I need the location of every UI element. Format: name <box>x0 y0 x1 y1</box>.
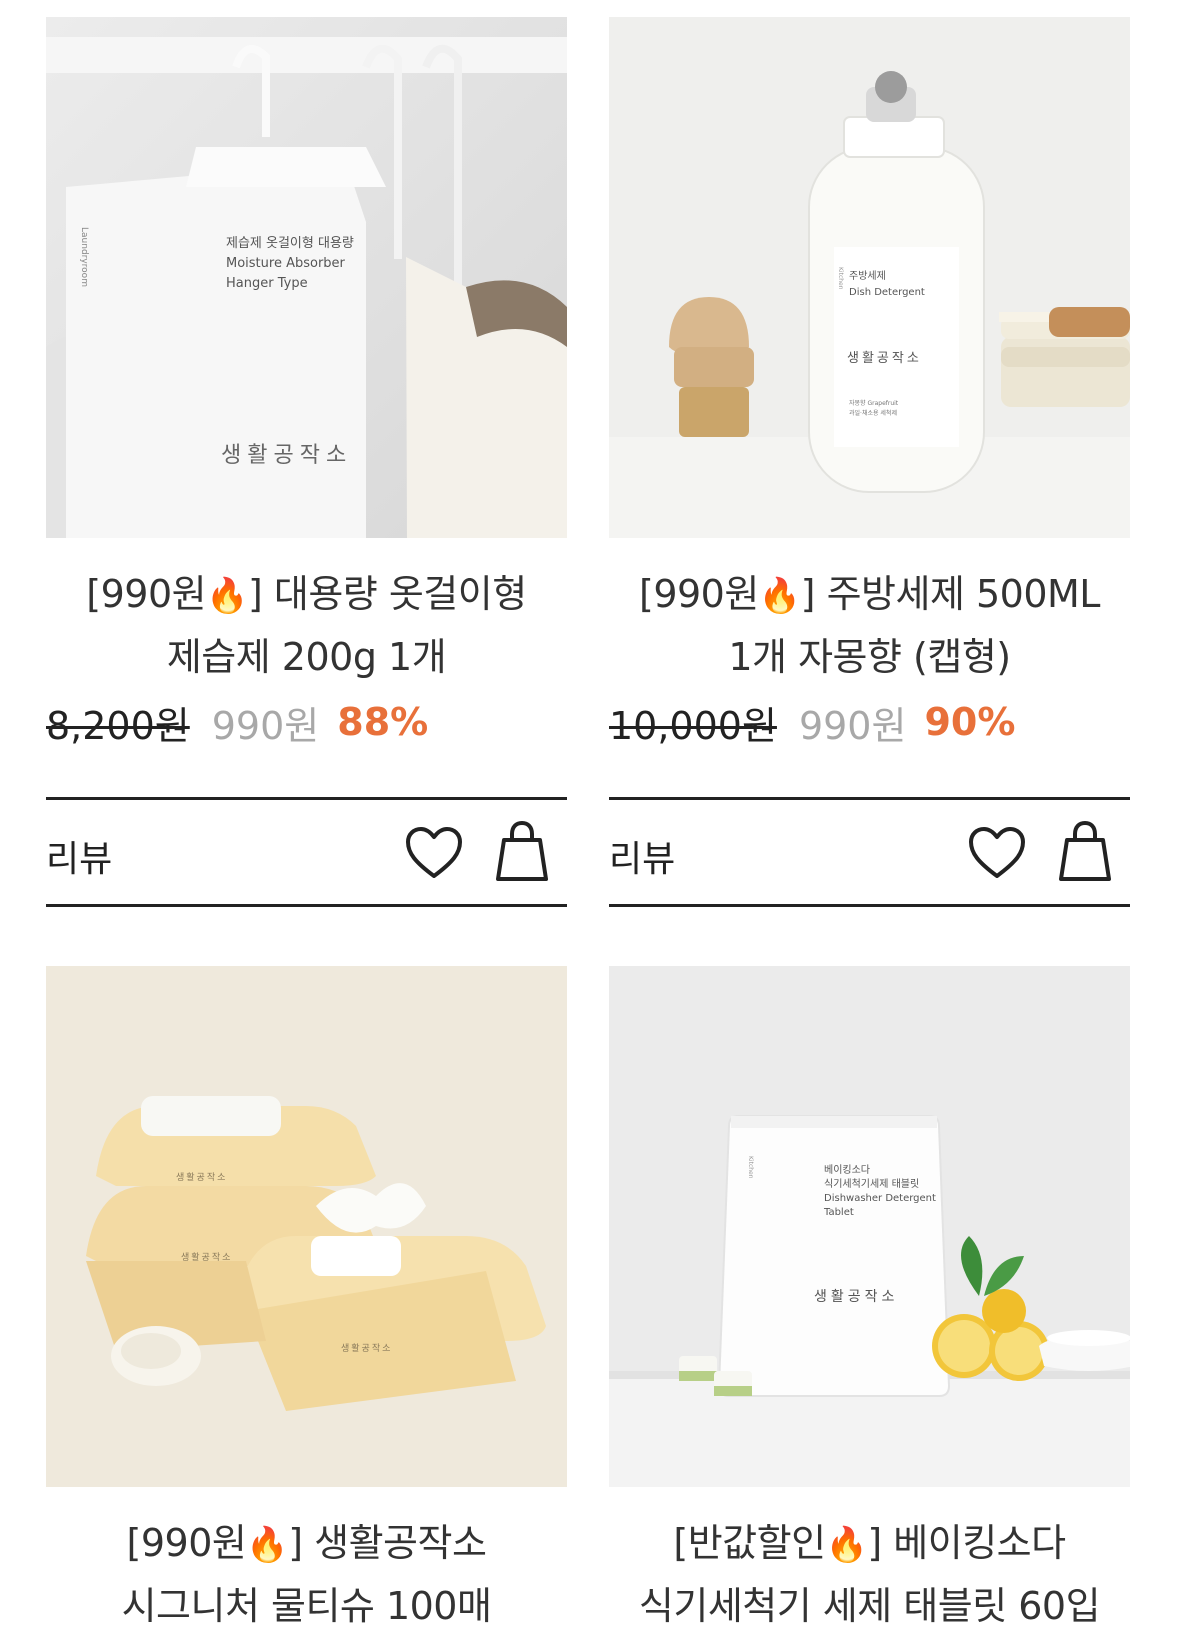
svg-text:Tablet: Tablet <box>823 1207 854 1218</box>
shopping-bag-icon[interactable] <box>494 820 550 882</box>
svg-text:생활공작소: 생활공작소 <box>847 351 922 366</box>
svg-text:Dish Detergent: Dish Detergent <box>849 287 925 298</box>
price-row: 10,000원 990원 90% <box>609 694 1130 750</box>
card-actions: 리뷰 <box>46 797 567 907</box>
original-price: 10,000원 <box>609 703 777 748</box>
fire-icon: 🔥 <box>825 1525 868 1565</box>
sale-price: 990원 <box>798 703 907 748</box>
svg-text:생활공작소: 생활공작소 <box>176 1171 227 1183</box>
svg-text:Moisture Absorber: Moisture Absorber <box>226 256 346 271</box>
product-title[interactable]: [990원🔥] 생활공작소 시그니처 물티슈 100매 <box>46 1513 567 1637</box>
heart-icon[interactable] <box>968 826 1026 880</box>
svg-text:생활공작소: 생활공작소 <box>814 1289 898 1305</box>
original-price: 8,200원 <box>46 703 190 748</box>
product-image[interactable]: 베이킹소다 식기세척기세제 태블릿 Dishwasher Detergent T… <box>609 966 1130 1487</box>
svg-text:Dishwasher Detergent: Dishwasher Detergent <box>824 1193 936 1204</box>
svg-text:주방세제: 주방세제 <box>849 270 886 282</box>
price-row: 8,200원 990원 88% <box>46 694 567 750</box>
product-card[interactable]: 생활공작소 생활공작소 생활공작소 [990원🔥] 생활공작소 시그니처 물티슈… <box>46 966 567 1637</box>
product-title[interactable]: [990원🔥] 대용량 옷걸이형 제습제 200g 1개 <box>46 564 567 688</box>
svg-text:Laundryroom: Laundryroom <box>79 227 89 287</box>
svg-text:Hanger Type: Hanger Type <box>226 276 308 291</box>
svg-text:자몽향 Grapefruit: 자몽향 Grapefruit <box>849 399 899 407</box>
fire-icon: 🔥 <box>246 1525 289 1565</box>
svg-text:생활공작소: 생활공작소 <box>181 1251 232 1263</box>
heart-icon[interactable] <box>405 826 463 880</box>
card-actions: 리뷰 <box>609 797 1130 907</box>
svg-text:제습제 옷걸이형 대용량: 제습제 옷걸이형 대용량 <box>226 236 354 251</box>
fire-icon: 🔥 <box>758 576 801 616</box>
sale-price: 990원 <box>211 703 320 748</box>
product-image[interactable]: 생활공작소 생활공작소 생활공작소 <box>46 966 567 1487</box>
svg-text:과일·채소용 세척제: 과일·채소용 세척제 <box>849 409 897 417</box>
product-card[interactable]: 주방세제 Dish Detergent 생활공작소 자몽향 Grapefruit… <box>609 17 1130 907</box>
svg-text:식기세척기세제 태블릿: 식기세척기세제 태블릿 <box>824 1178 919 1190</box>
product-image[interactable]: 제습제 옷걸이형 대용량 Moisture Absorber Hanger Ty… <box>46 17 567 538</box>
product-card[interactable]: 베이킹소다 식기세척기세제 태블릿 Dishwasher Detergent T… <box>609 966 1130 1637</box>
svg-text:생활공작소: 생활공작소 <box>221 443 352 468</box>
shopping-bag-icon[interactable] <box>1057 820 1113 882</box>
discount-rate: 90% <box>924 700 1016 744</box>
svg-text:Kitchen: Kitchen <box>837 267 844 290</box>
discount-rate: 88% <box>337 700 429 744</box>
product-image[interactable]: 주방세제 Dish Detergent 생활공작소 자몽향 Grapefruit… <box>609 17 1130 538</box>
svg-text:Kitchen: Kitchen <box>747 1156 754 1179</box>
product-title[interactable]: [990원🔥] 주방세제 500ML 1개 자몽향 (캡형) <box>609 564 1130 688</box>
fire-icon: 🔥 <box>206 576 248 616</box>
review-link[interactable]: 리뷰 <box>46 830 112 882</box>
svg-text:베이킹소다: 베이킹소다 <box>824 1164 870 1176</box>
review-link[interactable]: 리뷰 <box>609 830 675 882</box>
product-card[interactable]: 제습제 옷걸이형 대용량 Moisture Absorber Hanger Ty… <box>46 17 567 907</box>
product-title[interactable]: [반값할인🔥] 베이킹소다 식기세척기 세제 태블릿 60입 <box>609 1513 1130 1637</box>
svg-text:생활공작소: 생활공작소 <box>341 1342 392 1354</box>
